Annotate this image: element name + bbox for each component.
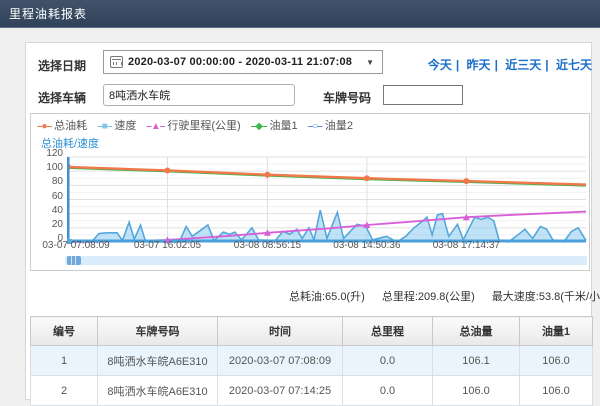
table-column-header: 总油量: [433, 317, 520, 346]
y-tick-label: 60: [37, 191, 63, 202]
total-mileage: 总里程:209.8(公里): [382, 291, 475, 303]
plate-number-input[interactable]: [383, 85, 463, 105]
max-speed: 最大速度:53.8(千米/小: [492, 291, 600, 303]
summary-stats: 总耗油:65.0(升) 总里程:209.8(公里) 最大速度:53.8(千米/小: [0, 288, 600, 304]
chart-legend: –●–总油耗 –■–速度 –▲–行驶里程(公里) –◆–油量1 –○–油量2: [37, 117, 363, 133]
table-cell: 106.0: [433, 376, 520, 406]
legend-item-1[interactable]: –■–速度: [97, 117, 136, 133]
legend-item-3[interactable]: –◆–油量1: [251, 117, 298, 133]
table-cell: 106.0: [520, 346, 593, 376]
table-cell: 0.0: [343, 346, 433, 376]
link-separator: |: [545, 58, 548, 72]
link-separator: |: [495, 58, 498, 72]
y-tick-label: 20: [37, 219, 63, 230]
y-tick-label: 120: [37, 148, 63, 159]
table-cell: 8吨洒水车皖A6E310: [98, 376, 218, 406]
x-tick-label: 03-08 17:14:37: [421, 240, 511, 251]
table-cell: 2020-03-07 07:08:09: [218, 346, 343, 376]
table-column-header: 编号: [31, 317, 98, 346]
x-tick-label: 03-08 08:56:15: [222, 240, 312, 251]
date-range-value: 2020-03-07 00:00:00 - 2020-03-11 21:07:0…: [128, 56, 352, 68]
date-label: 选择日期: [38, 57, 86, 74]
y-tick-label: 40: [37, 205, 63, 216]
app-header: 里程油耗报表: [0, 0, 600, 28]
table-cell: 1: [31, 346, 98, 376]
link-last-7-days[interactable]: 近七天: [556, 58, 592, 72]
table-column-header: 总里程: [343, 317, 433, 346]
legend-label: 油量2: [325, 120, 353, 132]
link-separator: |: [456, 58, 459, 72]
table-column-header: 时间: [218, 317, 343, 346]
chevron-down-icon[interactable]: ▼: [366, 58, 374, 67]
legend-label: 总油耗: [54, 120, 87, 132]
chart-scrollbar-track[interactable]: [65, 256, 587, 265]
table-cell: 106.0: [520, 376, 593, 406]
y-tick-label: 100: [37, 162, 63, 173]
legend-item-2[interactable]: –▲–行驶里程(公里): [146, 117, 240, 133]
link-today[interactable]: 今天: [428, 58, 452, 72]
vehicle-label: 选择车辆: [38, 89, 86, 106]
table-cell: 0.0: [343, 376, 433, 406]
legend-marker-icon: –○–: [308, 121, 322, 132]
link-yesterday[interactable]: 昨天: [467, 58, 491, 72]
legend-label: 速度: [114, 120, 136, 132]
page-title: 里程油耗报表: [9, 7, 87, 21]
x-tick-label: 03-08 14:50:36: [322, 240, 412, 251]
calendar-icon: [110, 56, 123, 68]
link-last-3-days[interactable]: 近三天: [505, 58, 541, 72]
table-row[interactable]: 18吨洒水车皖A6E3102020-03-07 07:08:090.0106.1…: [31, 346, 593, 376]
chart-container: –●–总油耗–■–速度–▲–行驶里程(公里)–◆–油量1–○–油量2 总油耗/速…: [30, 113, 590, 271]
table-cell: 2020-03-07 07:14:25: [218, 376, 343, 406]
vehicle-input[interactable]: [103, 84, 295, 106]
legend-item-4[interactable]: –○–油量2: [308, 117, 353, 133]
table-header-row: 编号车牌号码时间总里程总油量油量1: [31, 317, 593, 346]
legend-marker-icon: –●–: [37, 121, 51, 132]
report-table: 编号车牌号码时间总里程总油量油量1 18吨洒水车皖A6E3102020-03-0…: [30, 316, 593, 406]
page: { "header": { "title": "里程油耗报表" }, "filt…: [0, 0, 600, 400]
x-tick-label: 03-07 07:08:09: [31, 240, 121, 251]
legend-label: 行驶里程(公里): [167, 120, 240, 132]
legend-marker-icon: –▲–: [146, 121, 164, 132]
y-tick-label: 80: [37, 176, 63, 187]
x-tick-label: 03-07 16:02:05: [122, 240, 212, 251]
plate-label: 车牌号码: [323, 89, 371, 106]
legend-marker-icon: –◆–: [251, 121, 267, 132]
legend-marker-icon: –■–: [97, 121, 111, 132]
date-range-picker[interactable]: 2020-03-07 00:00:00 - 2020-03-11 21:07:0…: [103, 50, 383, 74]
table-column-header: 油量1: [520, 317, 593, 346]
legend-item-0[interactable]: –●–总油耗: [37, 117, 87, 133]
table-column-header: 车牌号码: [98, 317, 218, 346]
chart-scrollbar-handle[interactable]: [67, 256, 81, 265]
total-fuel-consumed: 总耗油:65.0(升): [289, 291, 365, 303]
quick-date-links: 今天 | 昨天 | 近三天 | 近七天: [428, 56, 592, 73]
table-cell: 2: [31, 376, 98, 406]
table-cell: 106.1: [433, 346, 520, 376]
table-cell: 8吨洒水车皖A6E310: [98, 346, 218, 376]
chart-plot: [67, 154, 587, 244]
table-row[interactable]: 28吨洒水车皖A6E3102020-03-07 07:14:250.0106.0…: [31, 376, 593, 406]
legend-label: 油量1: [270, 120, 298, 132]
